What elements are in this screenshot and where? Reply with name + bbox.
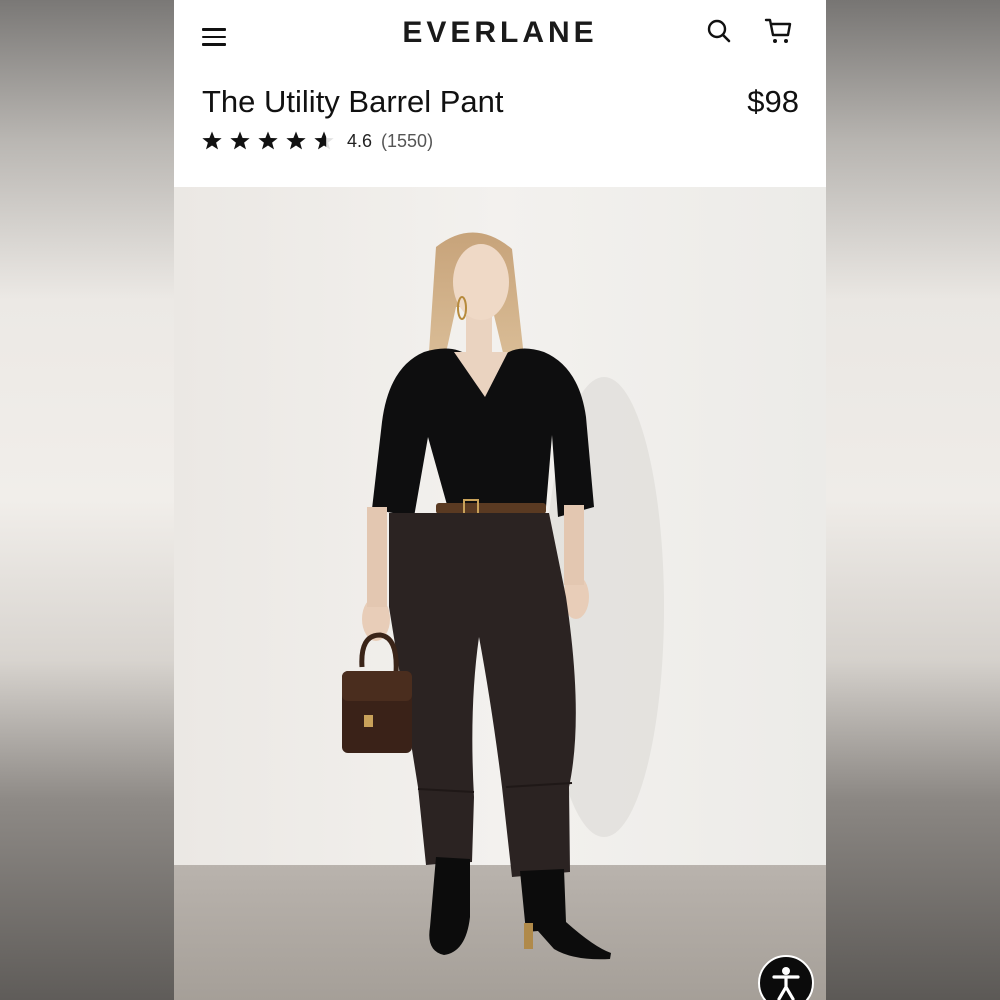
product-page: EVERLANE The Utility Barrel Pant $98 4.6… [174, 0, 826, 1000]
star-icon [286, 131, 306, 150]
rating-stars [201, 130, 341, 152]
background-blur-left [0, 0, 174, 1000]
rating-value: 4.6 [347, 130, 373, 151]
cart-icon[interactable] [764, 16, 794, 46]
top-navigation-bar: EVERLANE [174, 0, 826, 70]
accessibility-icon [772, 967, 800, 1000]
product-image[interactable] [174, 187, 826, 1000]
product-title: The Utility Barrel Pant [202, 84, 504, 119]
search-icon[interactable] [706, 18, 732, 44]
product-price: $98 [747, 84, 799, 119]
product-rating[interactable]: 4.6 (1550) [201, 128, 433, 154]
background-blur-right [826, 0, 1000, 1000]
star-icon [258, 131, 278, 150]
review-count[interactable]: (1550) [381, 131, 433, 152]
accessibility-button[interactable] [758, 955, 814, 1000]
star-icon [230, 131, 250, 150]
star-icon [202, 131, 222, 150]
star-icon [314, 131, 334, 150]
